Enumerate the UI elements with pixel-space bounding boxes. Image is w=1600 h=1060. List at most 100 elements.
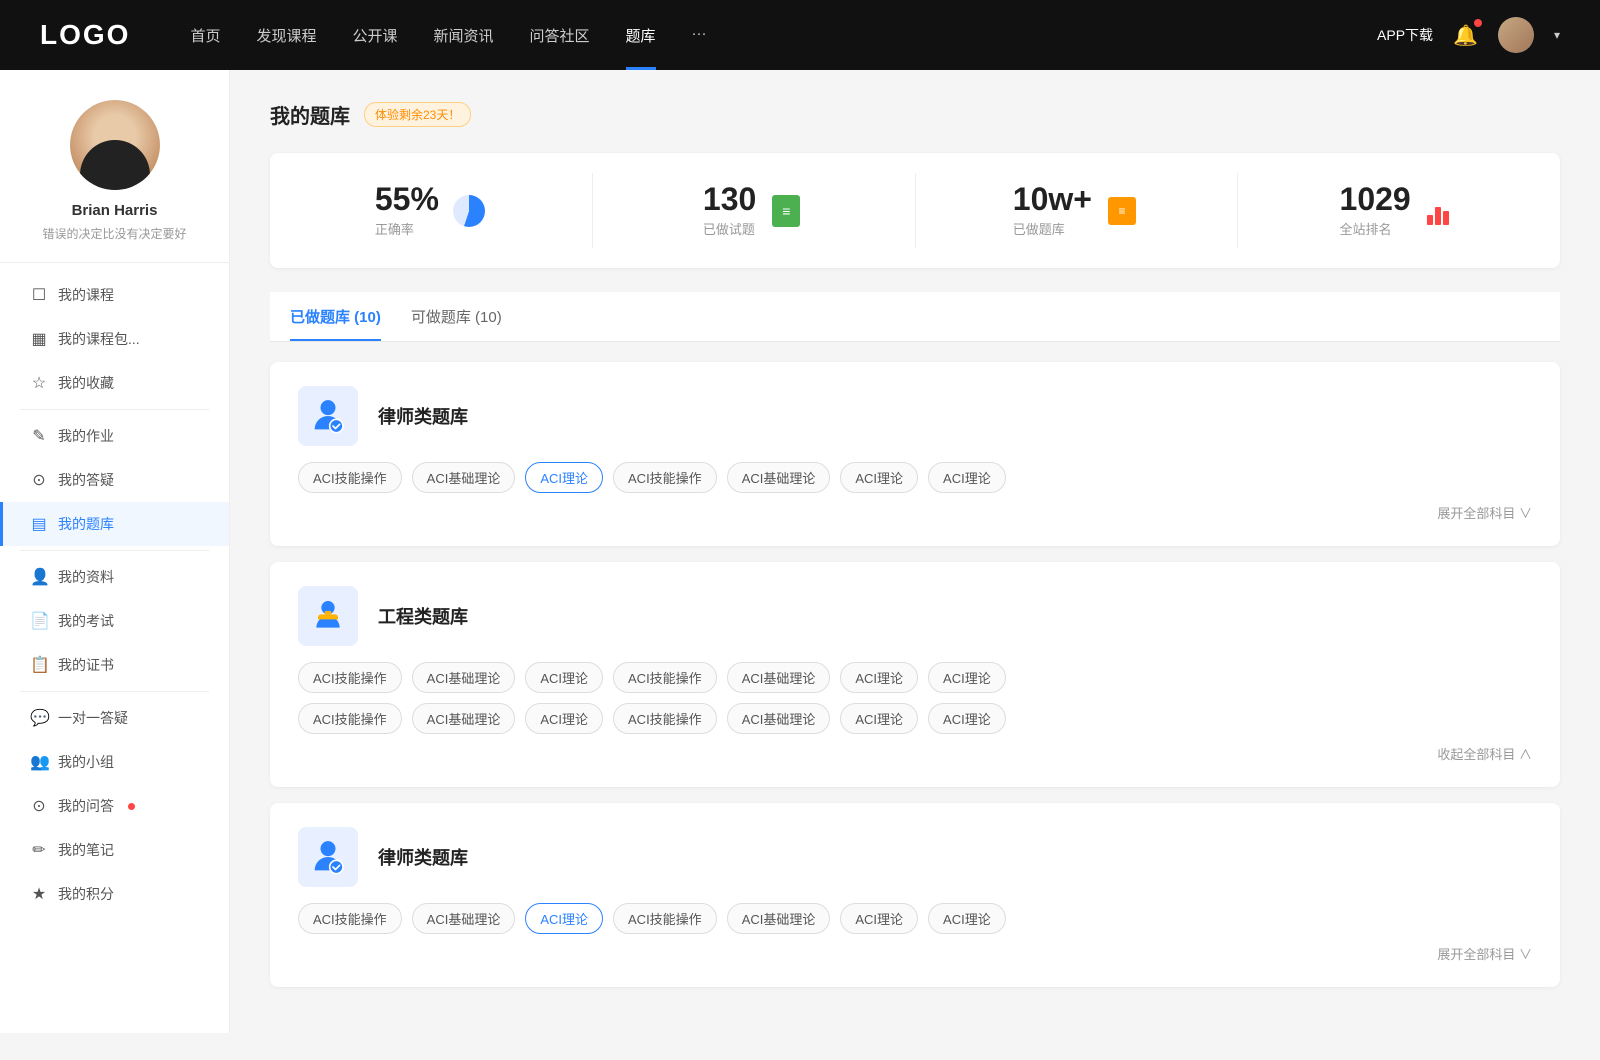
nav-link-home[interactable]: 首页 [190,25,220,46]
eng-tag-5[interactable]: ACI理论 [840,662,918,693]
tag-0[interactable]: ACI技能操作 [298,462,402,493]
nav-link-bank[interactable]: 题库 [626,25,656,46]
menu-label: 我的考试 [58,611,114,631]
tag-2-active[interactable]: ACI理论 [525,462,603,493]
sidebar-item-qa[interactable]: ⊙ 我的答疑 [0,458,229,502]
eng-tag-4[interactable]: ACI基础理论 [727,662,831,693]
sidebar-item-homework[interactable]: ✎ 我的作业 [0,414,229,458]
sidebar-item-bank[interactable]: ▤ 我的题库 [0,502,229,546]
eng-tag-12[interactable]: ACI理论 [840,703,918,734]
profile-name: Brian Harris [72,202,158,219]
expand-link-l2[interactable]: 展开全部科目 ∨ [1437,944,1532,963]
qa-icon: ⊙ [30,470,48,490]
tab-bar: 已做题库 (10) 可做题库 (10) [270,292,1560,342]
eng-tag-8[interactable]: ACI基础理论 [412,703,516,734]
tab-done-banks[interactable]: 已做题库 (10) [290,292,381,341]
menu-label: 我的课程包... [58,329,140,349]
l2-tag-6[interactable]: ACI理论 [928,903,1006,934]
bank-footer-1: 展开全部科目 ∨ [298,503,1532,522]
cert-icon: 📋 [30,655,48,675]
sidebar-item-profile[interactable]: 👤 我的资料 [0,555,229,599]
sidebar-item-my-qa[interactable]: ⊙ 我的问答 [0,784,229,828]
sidebar-item-1on1[interactable]: 💬 一对一答疑 [0,696,229,740]
bank-name-lawyer-2: 律师类题库 [378,844,468,870]
bank-name-lawyer-1: 律师类题库 [378,403,468,429]
tag-6[interactable]: ACI理论 [928,462,1006,493]
points-icon: ★ [30,884,48,904]
notes-icon: ✏ [30,840,48,860]
l2-tag-5[interactable]: ACI理论 [840,903,918,934]
menu-label: 我的题库 [58,514,114,534]
l2-tag-1[interactable]: ACI基础理论 [412,903,516,934]
user-avatar[interactable] [1498,17,1534,53]
l2-tag-0[interactable]: ACI技能操作 [298,903,402,934]
engineer-bank-icon [298,586,358,646]
lawyer2-svg [308,837,348,877]
collapse-link-eng[interactable]: 收起全部科目 ∧ [1437,744,1532,763]
app-download-button[interactable]: APP下载 [1377,25,1433,45]
user-menu-chevron[interactable]: ▾ [1554,28,1560,42]
eng-tag-9[interactable]: ACI理论 [525,703,603,734]
profile-icon: 👤 [30,567,48,587]
nav-link-open[interactable]: 公开课 [352,25,397,46]
expand-link-1[interactable]: 展开全部科目 ∨ [1437,503,1532,522]
tag-3[interactable]: ACI技能操作 [613,462,717,493]
sidebar-item-exam[interactable]: 📄 我的考试 [0,599,229,643]
eng-tag-1[interactable]: ACI基础理论 [412,662,516,693]
rank-icon [1423,193,1459,229]
eng-tag-6[interactable]: ACI理论 [928,662,1006,693]
exam-icon: 📄 [30,611,48,631]
nav-logo: LOGO [40,19,130,51]
sidebar-item-cert[interactable]: 📋 我的证书 [0,643,229,687]
sidebar-item-course-pkg[interactable]: ▦ 我的课程包... [0,317,229,361]
stats-bar: 55% 正确率 130 已做试题 ≡ 10w+ 已做题库 [270,153,1560,268]
sidebar-item-points[interactable]: ★ 我的积分 [0,872,229,916]
sidebar: Brian Harris 错误的决定比没有决定要好 ☐ 我的课程 ▦ 我的课程包… [0,70,230,1033]
tag-4[interactable]: ACI基础理论 [727,462,831,493]
notification-bell[interactable]: 🔔 [1453,23,1478,48]
l2-tag-3[interactable]: ACI技能操作 [613,903,717,934]
navbar: LOGO 首页 发现课程 公开课 新闻资讯 问答社区 题库 ··· APP下载 … [0,0,1600,70]
avatar-inner [70,100,160,190]
l2-tag-2-active[interactable]: ACI理论 [525,903,603,934]
bank-card-header-eng: 工程类题库 [298,586,1532,646]
bank-tags-lawyer-1: ACI技能操作 ACI基础理论 ACI理论 ACI技能操作 ACI基础理论 AC… [298,462,1532,493]
nav-link-more[interactable]: ··· [692,25,707,46]
tag-5[interactable]: ACI理论 [840,462,918,493]
profile-avatar[interactable] [70,100,160,190]
nav-link-courses[interactable]: 发现课程 [256,25,316,46]
eng-tag-2[interactable]: ACI理论 [525,662,603,693]
tag-1[interactable]: ACI基础理论 [412,462,516,493]
group-icon: 👥 [30,752,48,772]
menu-label: 我的答疑 [58,470,114,490]
eng-tag-13[interactable]: ACI理论 [928,703,1006,734]
tab-available-banks[interactable]: 可做题库 (10) [411,292,502,341]
sidebar-item-favorites[interactable]: ☆ 我的收藏 [0,361,229,405]
menu-label: 我的课程 [58,285,114,305]
nav-link-news[interactable]: 新闻资讯 [434,25,494,46]
avatar-image [1498,17,1534,53]
lawyer-bank-icon [298,386,358,446]
bank-card-header: 律师类题库 [298,386,1532,446]
unread-dot [128,803,135,810]
bank-tags-engineer-row1: ACI技能操作 ACI基础理论 ACI理论 ACI技能操作 ACI基础理论 AC… [298,662,1532,693]
menu-label: 一对一答疑 [58,708,128,728]
chat-icon: 💬 [30,708,48,728]
sidebar-profile: Brian Harris 错误的决定比没有决定要好 [0,70,229,263]
bank-tags-lawyer-2: ACI技能操作 ACI基础理论 ACI理论 ACI技能操作 ACI基础理论 AC… [298,903,1532,934]
eng-tag-11[interactable]: ACI基础理论 [727,703,831,734]
l2-tag-4[interactable]: ACI基础理论 [727,903,831,934]
trial-badge: 体验剩余23天！ [364,102,471,127]
page-title: 我的题库 [270,100,350,129]
sidebar-item-notes[interactable]: ✏ 我的笔记 [0,828,229,872]
eng-tag-7[interactable]: ACI技能操作 [298,703,402,734]
course-icon: ☐ [30,285,48,305]
sidebar-item-my-course[interactable]: ☐ 我的课程 [0,273,229,317]
nav-link-qa[interactable]: 问答社区 [530,25,590,46]
eng-tag-10[interactable]: ACI技能操作 [613,703,717,734]
stat-done-banks: 10w+ 已做题库 ≡ [916,173,1239,248]
accuracy-icon [451,193,487,229]
eng-tag-0[interactable]: ACI技能操作 [298,662,402,693]
sidebar-item-group[interactable]: 👥 我的小组 [0,740,229,784]
eng-tag-3[interactable]: ACI技能操作 [613,662,717,693]
